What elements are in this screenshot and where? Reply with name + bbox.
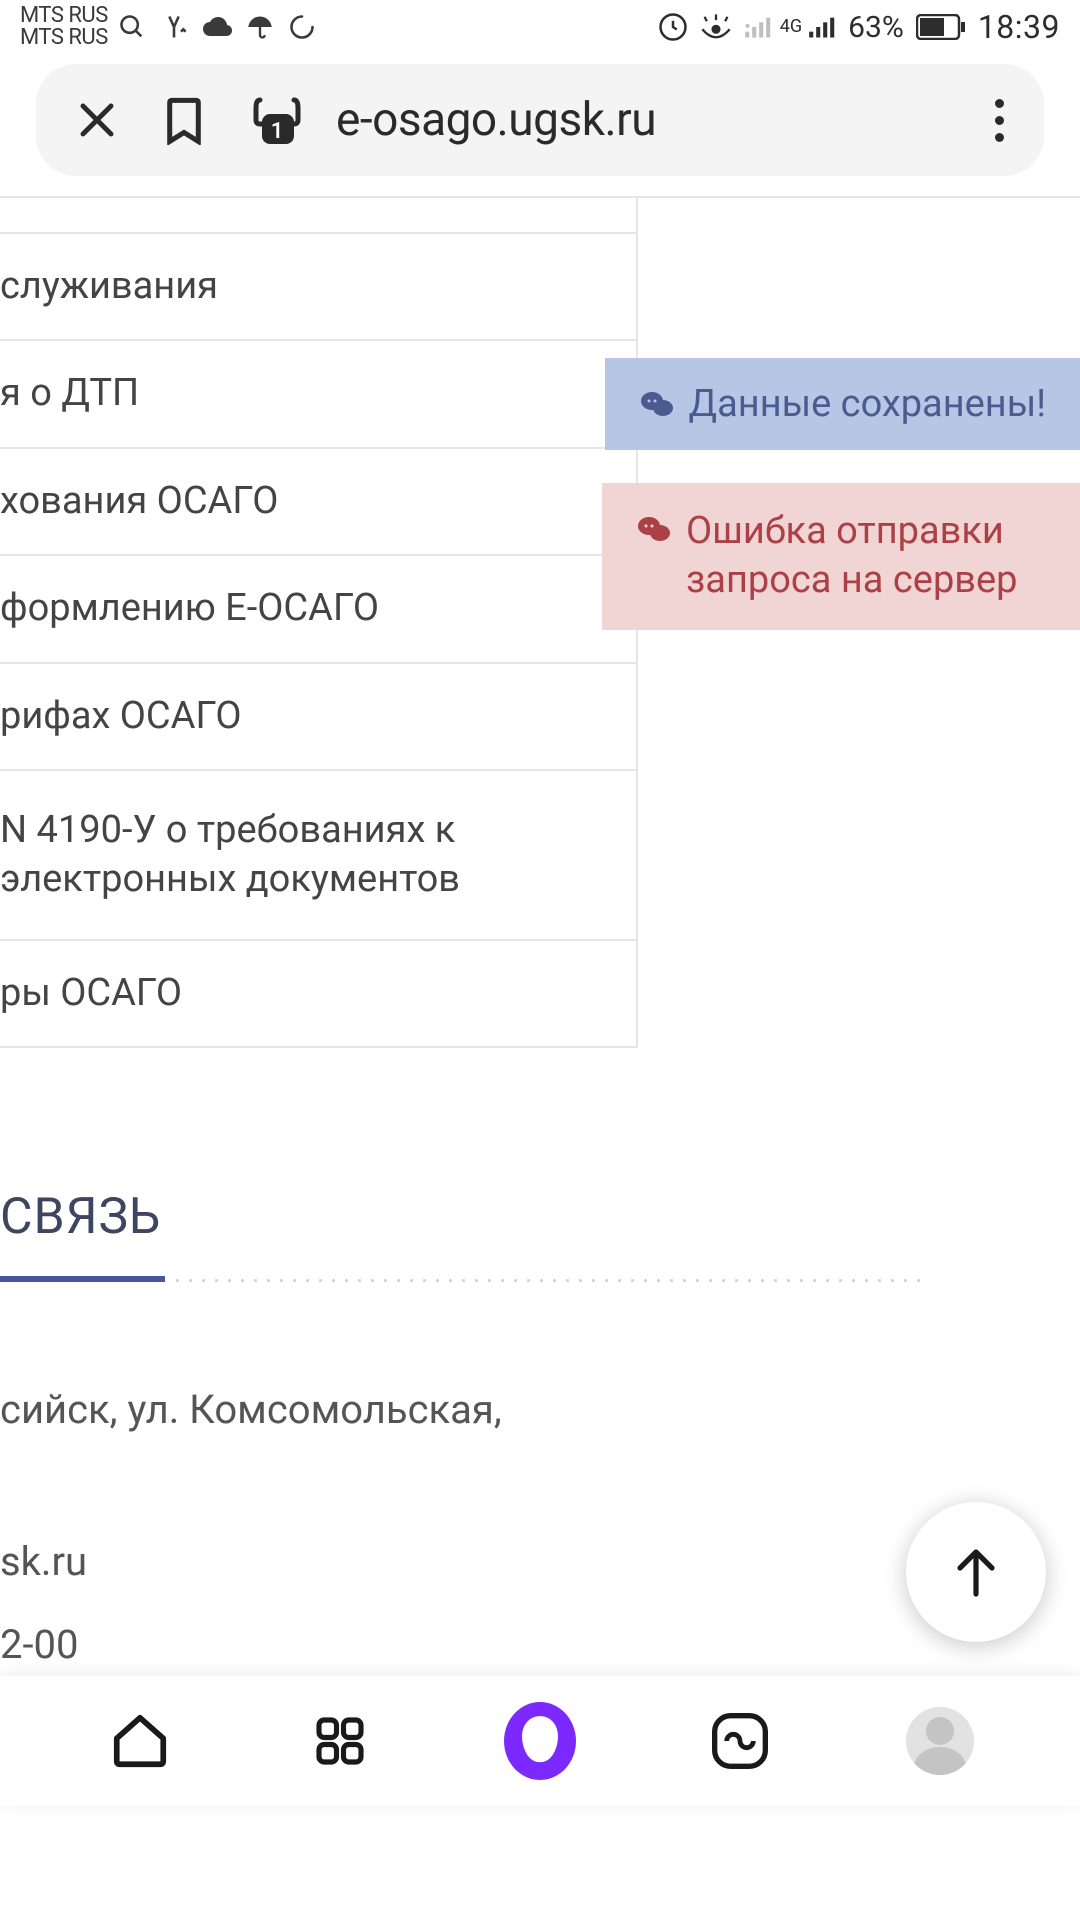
footer-address: сийск, ул. Комсомольская, [0, 1382, 1080, 1438]
search-icon [118, 13, 146, 41]
arrow-up-icon [951, 1544, 1001, 1600]
avatar-icon [906, 1707, 974, 1775]
status-icons-left [118, 13, 316, 41]
data-saver-icon [658, 12, 688, 42]
footer-phone: 2-00 [0, 1621, 1080, 1668]
yandex-icon [160, 13, 188, 41]
bottom-nav [0, 1676, 1080, 1806]
loading-icon [288, 13, 316, 41]
cloud-icon [202, 16, 232, 38]
carrier-1: MTS RUS [20, 5, 108, 27]
home-button[interactable] [104, 1705, 176, 1777]
browser-chrome: 1 e-osago.ugsk.ru [0, 54, 1080, 190]
carrier-2: MTS RUS [20, 27, 108, 49]
toast-error: Ошибка отправки запроса на сервер [602, 483, 1080, 630]
scroll-top-button[interactable] [906, 1502, 1046, 1642]
alice-button[interactable] [504, 1705, 576, 1777]
list-item[interactable]: хования ОСАГО [0, 449, 636, 556]
tabs-badge: 1 [250, 119, 304, 144]
signal-2-icon [808, 15, 836, 39]
alice-icon [504, 1702, 576, 1780]
close-icon[interactable] [76, 99, 118, 141]
toast-info-text: Данные сохранены! [689, 382, 1046, 426]
page-content: служивания я о ДТП хования ОСАГО формлен… [0, 198, 1080, 1806]
kebab-menu-icon[interactable] [976, 99, 1016, 142]
footer-dots [0, 1279, 1080, 1282]
home-icon [109, 1710, 171, 1772]
toast-info: Данные сохранены! [605, 358, 1080, 450]
bookmark-icon[interactable] [162, 95, 206, 145]
toast-error-text: Ошибка отправки запроса на сервер [686, 507, 1060, 606]
battery-icon [916, 14, 966, 40]
zen-button[interactable] [704, 1705, 776, 1777]
chat-icon [636, 513, 672, 545]
status-time: 18:39 [978, 8, 1060, 46]
eye-care-icon [700, 13, 732, 41]
list-item[interactable]: я о ДТП [0, 341, 636, 448]
list-item[interactable]: рифах ОСАГО [0, 664, 636, 771]
infinity-icon [708, 1709, 772, 1773]
list-item[interactable] [0, 198, 636, 234]
list-item[interactable]: N 4190-У о требованиях к электронных док… [0, 771, 636, 941]
status-right: 4G 63% 18:39 [658, 8, 1060, 46]
profile-button[interactable] [904, 1705, 976, 1777]
status-carriers: MTS RUS MTS RUS [20, 5, 108, 49]
chat-icon [639, 388, 675, 420]
apps-button[interactable] [304, 1705, 376, 1777]
grid-icon [312, 1713, 368, 1769]
list-item[interactable]: ры ОСАГО [0, 941, 636, 1046]
address-bar[interactable]: 1 e-osago.ugsk.ru [36, 64, 1044, 176]
document-list: служивания я о ДТП хования ОСАГО формлен… [0, 198, 638, 1046]
url-text[interactable]: e-osago.ugsk.ru [336, 93, 944, 147]
network-type: 4G [780, 16, 802, 37]
list-item[interactable]: формлению Е-ОСАГО [0, 556, 636, 663]
battery-percent: 63% [848, 10, 904, 45]
list-item[interactable]: служивания [0, 234, 636, 341]
status-bar: MTS RUS MTS RUS 4G 63% 18:39 [0, 0, 1080, 54]
footer-title: СВЯЗЬ [0, 1188, 1080, 1246]
tabs-icon[interactable]: 1 [250, 94, 304, 146]
signal-1-icon [744, 15, 772, 39]
umbrella-icon [246, 13, 274, 41]
